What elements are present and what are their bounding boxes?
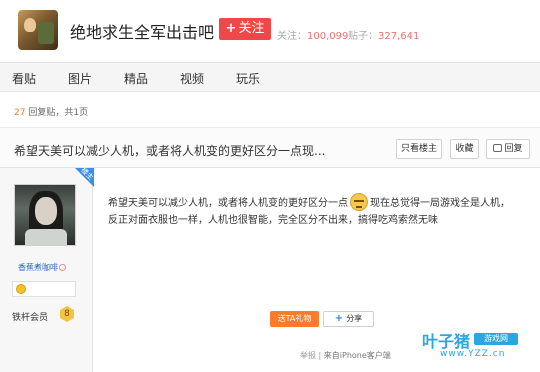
followers-count: 100,099	[307, 31, 349, 42]
share-button[interactable]: + 分享	[323, 311, 374, 327]
tab-fun[interactable]: 玩乐	[236, 70, 260, 87]
tab-images[interactable]: 图片	[68, 70, 92, 87]
forum-name[interactable]: 绝地求生全军出击吧	[70, 19, 214, 43]
post-text-part-1: 希望天美可以减少人机，或者将人机变的更好区分一点	[108, 198, 348, 209]
report-link[interactable]: 举报	[300, 351, 316, 360]
avatar-face	[35, 197, 57, 225]
followers-stat: 关注：100,099	[277, 27, 348, 42]
badge-box	[12, 281, 76, 297]
reply-button[interactable]: 回复	[486, 139, 530, 159]
send-gift-button[interactable]: 送TA礼物	[270, 311, 319, 327]
reply-summary: 27 回复贴，共1页	[14, 105, 88, 118]
post-text-line-1: 希望天美可以减少人机，或者将人机变的更好区分一点 现在总觉得一局游戏全是人机，	[108, 193, 510, 211]
posts-label: 贴子：	[348, 31, 378, 42]
pager-bar: 27 回复贴，共1页	[0, 92, 540, 128]
author-avatar[interactable]	[14, 184, 76, 246]
favorite-button[interactable]: 收藏	[450, 139, 479, 159]
reply-label: 回复贴，共	[28, 108, 74, 118]
reply-button-label: 回复	[504, 144, 523, 154]
post-source: 来自iPhone客户端	[323, 351, 391, 360]
forum-avatar[interactable]	[18, 10, 58, 50]
watermark-url: www.YZZ.cn	[440, 349, 506, 359]
tab-featured[interactable]: 精品	[124, 70, 148, 87]
thread-title-bar: 希望天美可以减少人机，或者将人机变的更好区分一点现... 只看楼主 收藏 回复	[0, 128, 540, 168]
post-text-line-2: 反正对面衣服也一样，人机也很智能，完全区分不出来，搞得吃鸡索然无味	[108, 215, 438, 226]
share-label: 分享	[346, 314, 363, 323]
post-meta: 举报 | 来自iPhone客户端	[300, 350, 391, 361]
watermark-tag: 游戏网	[474, 333, 518, 345]
medal-icon[interactable]	[16, 284, 26, 294]
level-label: 铁杆会员	[12, 313, 49, 323]
avatar-body	[25, 229, 67, 245]
posts-stat: 贴子：327,641	[348, 27, 419, 42]
follow-label: 关注	[238, 21, 265, 36]
posts-count: 327,641	[378, 31, 420, 42]
reply-count: 27	[14, 108, 26, 118]
author-name-text: 香蕉煮咖啡	[18, 263, 58, 272]
site-watermark: 叶子猪 游戏网 www.YZZ.cn	[422, 328, 540, 372]
follow-button[interactable]: + 关注	[219, 18, 271, 40]
tab-posts[interactable]: 看贴	[12, 70, 36, 87]
forum-header: 绝地求生全军出击吧 + 关注 关注：100,099 贴子：327,641	[0, 0, 540, 62]
tab-videos[interactable]: 视频	[180, 70, 204, 87]
reply-icon	[493, 144, 503, 152]
female-icon	[59, 264, 66, 271]
page-suffix: 页	[79, 108, 89, 118]
post-text-part-2: 现在总觉得一局游戏全是人机，	[370, 198, 510, 209]
only-op-button[interactable]: 只看楼主	[396, 139, 442, 159]
meta-separator: |	[318, 351, 322, 360]
followers-label: 关注：	[277, 31, 307, 42]
sad-emoji-icon	[350, 193, 368, 211]
forum-nav: 看贴 图片 精品 视频 玩乐	[0, 62, 540, 92]
author-name[interactable]: 香蕉煮咖啡	[18, 262, 66, 273]
plus-icon: +	[334, 313, 344, 324]
thread-title: 希望天美可以减少人机，或者将人机变的更好区分一点现...	[14, 144, 326, 158]
plus-icon: +	[225, 21, 237, 36]
